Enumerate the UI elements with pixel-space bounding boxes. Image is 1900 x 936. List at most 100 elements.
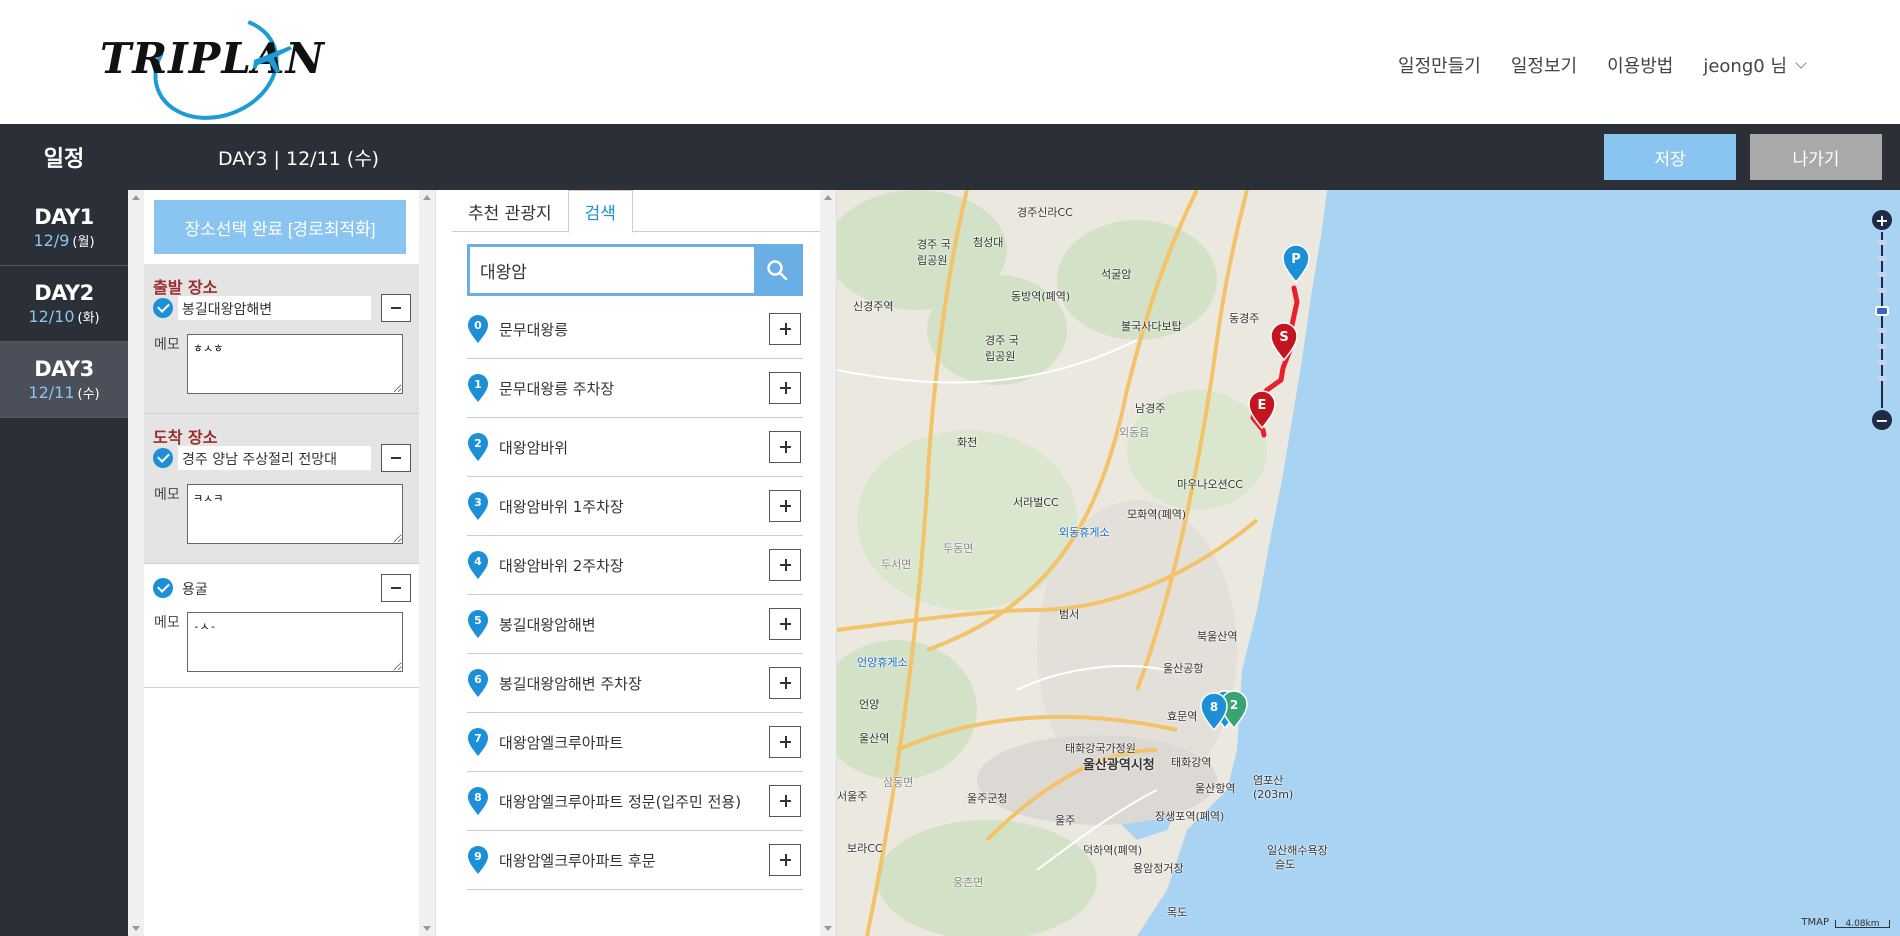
scroll-up-icon[interactable] xyxy=(824,195,832,200)
add-place-button[interactable] xyxy=(769,313,801,345)
scrollbar[interactable] xyxy=(419,190,435,936)
result-name: 대왕암엘크루아파트 후문 xyxy=(499,851,656,870)
stop-block: 용굴 메모 -ㅅ- xyxy=(144,564,420,688)
scroll-down-icon[interactable] xyxy=(824,926,832,931)
search-result-item[interactable]: 5 봉길대왕암해변 xyxy=(467,595,803,654)
add-place-button[interactable] xyxy=(769,490,801,522)
tab-search[interactable]: 검색 xyxy=(567,190,633,233)
scrollbar[interactable] xyxy=(820,190,836,936)
zoom-level[interactable] xyxy=(1877,288,1887,293)
add-place-button[interactable] xyxy=(769,372,801,404)
user-name: jeong0 님 xyxy=(1703,56,1787,77)
scroll-up-icon[interactable] xyxy=(423,195,431,200)
search-result-item[interactable]: 3 대왕암바위 1주차장 xyxy=(467,477,803,536)
remove-arrival-button[interactable] xyxy=(381,444,411,472)
optimize-route-button[interactable]: 장소선택 완료 [경로최적화] xyxy=(154,200,406,254)
departure-block: 출발 장소 봉길대왕암해변 메모 ㅎㅅㅎ xyxy=(144,264,420,414)
svg-text:0: 0 xyxy=(474,319,482,332)
selected-places-panel: 장소선택 완료 [경로최적화] 출발 장소 봉길대왕암해변 메모 ㅎㅅㅎ 도착 … xyxy=(128,190,436,936)
tab-recommended[interactable]: 추천 관광지 xyxy=(452,190,568,232)
zoom-in-icon[interactable]: + xyxy=(1872,210,1892,230)
current-day-label: DAY3 | 12/11 (수) xyxy=(218,147,380,170)
map-label: 경주신라CC xyxy=(1017,206,1073,219)
search-result-item[interactable]: 1 문무대왕릉 주차장 xyxy=(467,359,803,418)
scrollbar[interactable] xyxy=(128,190,144,936)
search-result-item[interactable]: 2 대왕암바위 xyxy=(467,418,803,477)
day-tab-2[interactable]: DAY2 12/10 (화) xyxy=(0,266,128,342)
menu-view-schedule[interactable]: 일정보기 xyxy=(1511,52,1577,78)
zoom-slider-handle[interactable] xyxy=(1875,306,1889,316)
add-place-button[interactable] xyxy=(769,785,801,817)
search-result-item[interactable]: 4 대왕암바위 2주차장 xyxy=(467,536,803,595)
result-name: 대왕암엘크루아파트 정문(입주민 전용) xyxy=(499,792,742,811)
places-list: 장소선택 완료 [경로최적화] 출발 장소 봉길대왕암해변 메모 ㅎㅅㅎ 도착 … xyxy=(144,190,420,936)
zoom-level[interactable] xyxy=(1877,344,1887,349)
scroll-down-icon[interactable] xyxy=(423,926,431,931)
map-label: 태화강역 xyxy=(1171,756,1212,769)
route-map[interactable]: P S E 2 8 경주신라CC 첨성대 경주 국립공원 석굴암 동방역(폐역)… xyxy=(837,190,1900,936)
menu-create-schedule[interactable]: 일정만들기 xyxy=(1398,52,1481,78)
zoom-level[interactable] xyxy=(1877,256,1887,261)
zoom-level[interactable] xyxy=(1877,360,1887,365)
zoom-level[interactable] xyxy=(1877,272,1887,277)
remove-departure-button[interactable] xyxy=(381,294,411,322)
schedule-header: 일정 DAY3 | 12/11 (수) 저장 나가기 xyxy=(0,124,1900,190)
scroll-down-icon[interactable] xyxy=(132,926,140,931)
map-pin-p[interactable]: P xyxy=(1282,244,1310,284)
map-label: 모화역(폐역) xyxy=(1127,508,1187,521)
day-tab-3[interactable]: DAY3 12/11 (수) xyxy=(0,342,128,418)
search-result-item[interactable]: 7 대왕암엘크루아파트 xyxy=(467,713,803,772)
remove-stop-button[interactable] xyxy=(381,574,411,602)
map-pin-icon: 1 xyxy=(468,374,488,402)
result-name: 대왕암엘크루아파트 xyxy=(499,733,624,752)
search-result-item[interactable]: 6 봉길대왕암해변 주차장 xyxy=(467,654,803,713)
save-button[interactable]: 저장 xyxy=(1604,134,1736,180)
scroll-up-icon[interactable] xyxy=(132,195,140,200)
zoom-out-icon[interactable]: − xyxy=(1872,410,1892,430)
search-result-item[interactable]: 9 대왕암엘크루아파트 후문 xyxy=(467,831,803,890)
map-label: 서울주 xyxy=(837,790,868,803)
arrival-memo-field[interactable]: ㅋㅅㅋ xyxy=(187,484,403,544)
add-place-button[interactable] xyxy=(769,549,801,581)
zoom-level[interactable] xyxy=(1877,376,1887,381)
stop-memo-field[interactable]: -ㅅ- xyxy=(187,612,403,672)
menu-how-to-use[interactable]: 이용방법 xyxy=(1607,52,1673,78)
add-place-button[interactable] xyxy=(769,431,801,463)
triplan-logo[interactable]: TRIPLAN xyxy=(100,0,324,137)
day-name: DAY2 xyxy=(34,281,94,305)
departure-memo-field[interactable]: ㅎㅅㅎ xyxy=(187,334,403,394)
map-label: 첨성대 xyxy=(973,236,1004,249)
check-icon xyxy=(153,578,173,598)
svg-text:8: 8 xyxy=(474,791,482,804)
map-canvas: P S E 2 8 xyxy=(837,190,1900,936)
add-place-button[interactable] xyxy=(769,667,801,699)
search-tabs: 추천 관광지 검색 xyxy=(452,190,820,233)
exit-button[interactable]: 나가기 xyxy=(1750,134,1882,180)
map-label: 북울산역 xyxy=(1197,630,1238,643)
day-name: DAY1 xyxy=(34,205,94,229)
arrival-name: 경주 양남 주상절리 전망대 xyxy=(178,446,371,470)
day-tab-1[interactable]: DAY1 12/9 (월) xyxy=(0,190,128,266)
search-result-item[interactable]: 0 문무대왕릉 xyxy=(467,300,803,359)
day-sidebar: DAY1 12/9 (월) DAY2 12/10 (화) DAY3 12/11 (수) xyxy=(0,190,128,936)
map-pin-s[interactable]: S xyxy=(1270,322,1298,362)
map-label: 화천 xyxy=(957,436,978,449)
check-icon xyxy=(153,298,173,318)
map-label: 서라벌CC xyxy=(1013,496,1059,509)
memo-label: 메모 xyxy=(154,487,180,503)
search-button[interactable] xyxy=(754,247,800,293)
day-date: 12/10 (화) xyxy=(28,307,100,326)
search-input[interactable] xyxy=(470,247,754,293)
add-place-button[interactable] xyxy=(769,608,801,640)
arrival-row: 경주 양남 주상절리 전망대 xyxy=(153,444,411,472)
search-result-item[interactable]: 8 대왕암엘크루아파트 정문(입주민 전용) xyxy=(467,772,803,831)
map-label: 외동읍 xyxy=(1119,426,1150,439)
add-place-button[interactable] xyxy=(769,844,801,876)
zoom-level[interactable] xyxy=(1877,240,1887,245)
map-label: 울산광역시청 xyxy=(1083,758,1155,773)
map-label: 용암정거장 xyxy=(1133,862,1184,875)
user-menu[interactable]: jeong0 님 xyxy=(1703,52,1807,78)
stop-name: 용굴 xyxy=(182,582,208,598)
add-place-button[interactable] xyxy=(769,726,801,758)
zoom-level[interactable] xyxy=(1877,328,1887,333)
